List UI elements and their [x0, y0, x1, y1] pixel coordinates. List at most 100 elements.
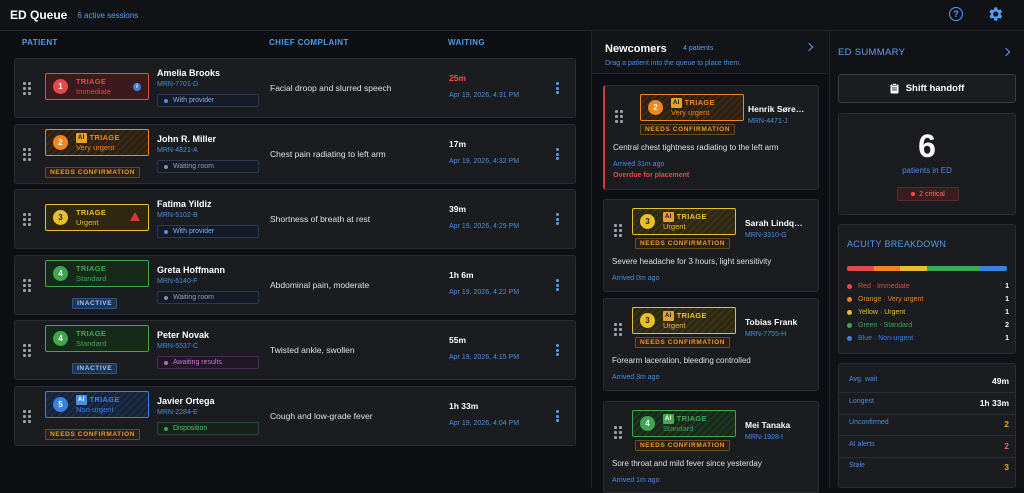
patient-mrn: MRN-4471-J — [748, 118, 788, 125]
stat-row: Longest 1h 33m — [849, 397, 1009, 408]
wait-time: 1h 6m — [449, 270, 474, 280]
gear-icon[interactable] — [986, 5, 1004, 23]
drag-handle-icon[interactable] — [615, 110, 623, 123]
status-pill[interactable]: With provider — [157, 94, 259, 107]
acuity-segment — [900, 266, 927, 271]
drag-handle-icon[interactable] — [23, 410, 31, 423]
acuity-card: ACUITY BREAKDOWN Red · Immediate 1 Orange … — [838, 224, 1016, 354]
inactive-badge: INACTIVE — [72, 298, 118, 309]
triage-badge[interactable]: 5 AI TRIAGE Non-urgent — [45, 391, 149, 418]
patient-name[interactable]: Henrik Søre… — [748, 104, 816, 114]
status-pill[interactable]: With provider — [157, 225, 259, 238]
acuity-item: Orange · Very urgent 1 — [847, 296, 1009, 303]
newcomer-card[interactable]: 3 AI TRIAGE Urgent NEEDS CONFIRMATION Tobi… — [603, 298, 819, 391]
ed-summary-title: ED SUMMARY — [838, 47, 906, 58]
patient-name[interactable]: Mei Tanaka — [745, 420, 813, 430]
chief-complaint: Shortness of breath at rest — [270, 214, 371, 224]
chief-complaint: Central chest tightness radiating to the… — [613, 143, 779, 152]
wait-time: 39m — [449, 204, 467, 214]
newcomer-card[interactable]: 2 AI TRIAGE Very urgent NEEDS CONFIRMATION… — [603, 85, 819, 190]
queue-row[interactable]: 4 TRIAGE Standard INACTIVE Greta Hoffmann… — [14, 255, 576, 315]
patient-name[interactable]: Sarah Lindq… — [745, 218, 813, 228]
shift-handoff-label: Shift handoff — [905, 83, 965, 94]
drag-handle-icon[interactable] — [614, 224, 622, 237]
patient-name[interactable]: Javier Ortega — [157, 396, 215, 406]
drag-handle-icon[interactable] — [23, 279, 31, 292]
inactive-badge: INACTIVE — [72, 363, 118, 374]
patient-mrn: MRN-4821-A — [157, 147, 198, 154]
more-options-icon[interactable] — [556, 82, 559, 94]
patient-name[interactable]: Fatima Yildiz — [157, 199, 212, 209]
chevron-right-icon[interactable] — [804, 42, 814, 52]
queue-row[interactable]: 5 AI TRIAGE Non-urgent NEEDS CONFIRMATION … — [14, 386, 576, 446]
patient-mrn: MRN-6140-F — [157, 278, 198, 285]
arrival-time: Arrived 0m ago — [612, 275, 660, 282]
queue-row[interactable]: 4 TRIAGE Standard INACTIVE Peter Novak MR… — [14, 320, 576, 380]
status-pill[interactable]: Disposition — [157, 422, 259, 435]
column-header-complaint[interactable]: CHIEF COMPLAINT — [269, 38, 349, 47]
patient-name[interactable]: Peter Novak — [157, 330, 209, 340]
column-header-patient[interactable]: PATIENT — [22, 38, 58, 47]
patient-mrn: MRN-1928-I — [745, 434, 784, 441]
more-options-icon[interactable] — [556, 410, 559, 422]
warning-icon — [130, 212, 140, 221]
patient-name[interactable]: Tobias Frank — [745, 317, 813, 327]
drag-handle-icon[interactable] — [614, 323, 622, 336]
wait-time: 1h 33m — [449, 401, 479, 411]
overdue-warning: Overdue for placement — [613, 172, 690, 179]
triage-badge[interactable]: 4 AI TRIAGE Standard — [632, 410, 736, 437]
newcomers-count: 4 patients — [683, 45, 714, 52]
shift-handoff-button[interactable]: Shift handoff — [838, 74, 1016, 103]
ai-badge: AI — [671, 97, 682, 108]
wait-time: 25m — [449, 73, 467, 83]
info-icon[interactable]: i — [133, 83, 141, 91]
more-options-icon[interactable] — [556, 213, 559, 225]
patient-name[interactable]: Greta Hoffmann — [157, 265, 225, 275]
triage-badge[interactable]: 4 TRIAGE Standard — [45, 260, 149, 287]
triage-badge[interactable]: 2 AI TRIAGE Very urgent — [640, 94, 744, 121]
triage-badge[interactable]: 3 AI TRIAGE Urgent — [632, 307, 736, 334]
triage-badge[interactable]: 4 TRIAGE Standard — [45, 325, 149, 352]
more-options-icon[interactable] — [556, 344, 559, 356]
status-pill[interactable]: Waiting room — [157, 291, 259, 304]
drag-handle-icon[interactable] — [23, 148, 31, 161]
acuity-item: Green · Standard 2 — [847, 322, 1009, 329]
triage-badge[interactable]: 3 AI TRIAGE Urgent — [632, 208, 736, 235]
triage-badge[interactable]: 3 TRIAGE Urgent — [45, 204, 149, 231]
newcomer-card[interactable]: 4 AI TRIAGE Standard NEEDS CONFIRMATION Me… — [603, 401, 819, 493]
arrival-time: Arrived 31m ago — [613, 161, 665, 168]
ai-badge: AI — [663, 310, 674, 321]
queue-row[interactable]: 3 TRIAGE Urgent Fatima Yildiz MRN-5102-B … — [14, 189, 576, 249]
queue-row[interactable]: 1 TRIAGE Immediate i Amelia Brooks MRN-77… — [14, 58, 576, 118]
acuity-segment — [873, 266, 901, 271]
arrival-date: Apr 19, 2026, 4:32 PM — [449, 158, 520, 165]
status-pill[interactable]: Awaiting results — [157, 356, 259, 369]
patient-mrn: MRN-2284-E — [157, 409, 198, 416]
chief-complaint: Abdominal pain, moderate — [270, 280, 370, 290]
acuity-segment — [980, 266, 1007, 271]
drag-handle-icon[interactable] — [23, 82, 31, 95]
patient-mrn: MRN-7755-H — [745, 331, 787, 338]
more-options-icon[interactable] — [556, 148, 559, 160]
chief-complaint: Twisted ankle, swollen — [270, 345, 355, 355]
ai-badge: AI — [663, 211, 674, 222]
queue-row[interactable]: 2 AI TRIAGE Very urgent NEEDS CONFIRMATION… — [14, 124, 576, 184]
arrival-time: Arrived 3m ago — [612, 374, 660, 381]
chief-complaint: Forearm laceration, bleeding controlled — [612, 356, 751, 365]
needs-confirmation-badge: NEEDS CONFIRMATION — [45, 167, 141, 178]
column-header-waiting[interactable]: WAITING — [448, 38, 485, 47]
more-options-icon[interactable] — [556, 279, 559, 291]
triage-badge[interactable]: 2 AI TRIAGE Very urgent — [45, 129, 149, 156]
drag-handle-icon[interactable] — [23, 213, 31, 226]
status-pill[interactable]: Waiting room — [157, 160, 259, 173]
newcomer-card[interactable]: 3 AI TRIAGE Urgent NEEDS CONFIRMATION Sara… — [603, 199, 819, 292]
chevron-right-icon[interactable] — [1001, 47, 1011, 57]
drag-handle-icon[interactable] — [614, 426, 622, 439]
patients-label: patients in ED — [902, 166, 952, 175]
help-icon[interactable]: ? — [949, 7, 963, 21]
patient-name[interactable]: John R. Miller — [157, 134, 216, 144]
patient-name[interactable]: Amelia Brooks — [157, 68, 220, 78]
drag-handle-icon[interactable] — [23, 344, 31, 357]
triage-badge[interactable]: 1 TRIAGE Immediate i — [45, 73, 149, 100]
needs-confirmation-badge: NEEDS CONFIRMATION — [640, 124, 736, 135]
